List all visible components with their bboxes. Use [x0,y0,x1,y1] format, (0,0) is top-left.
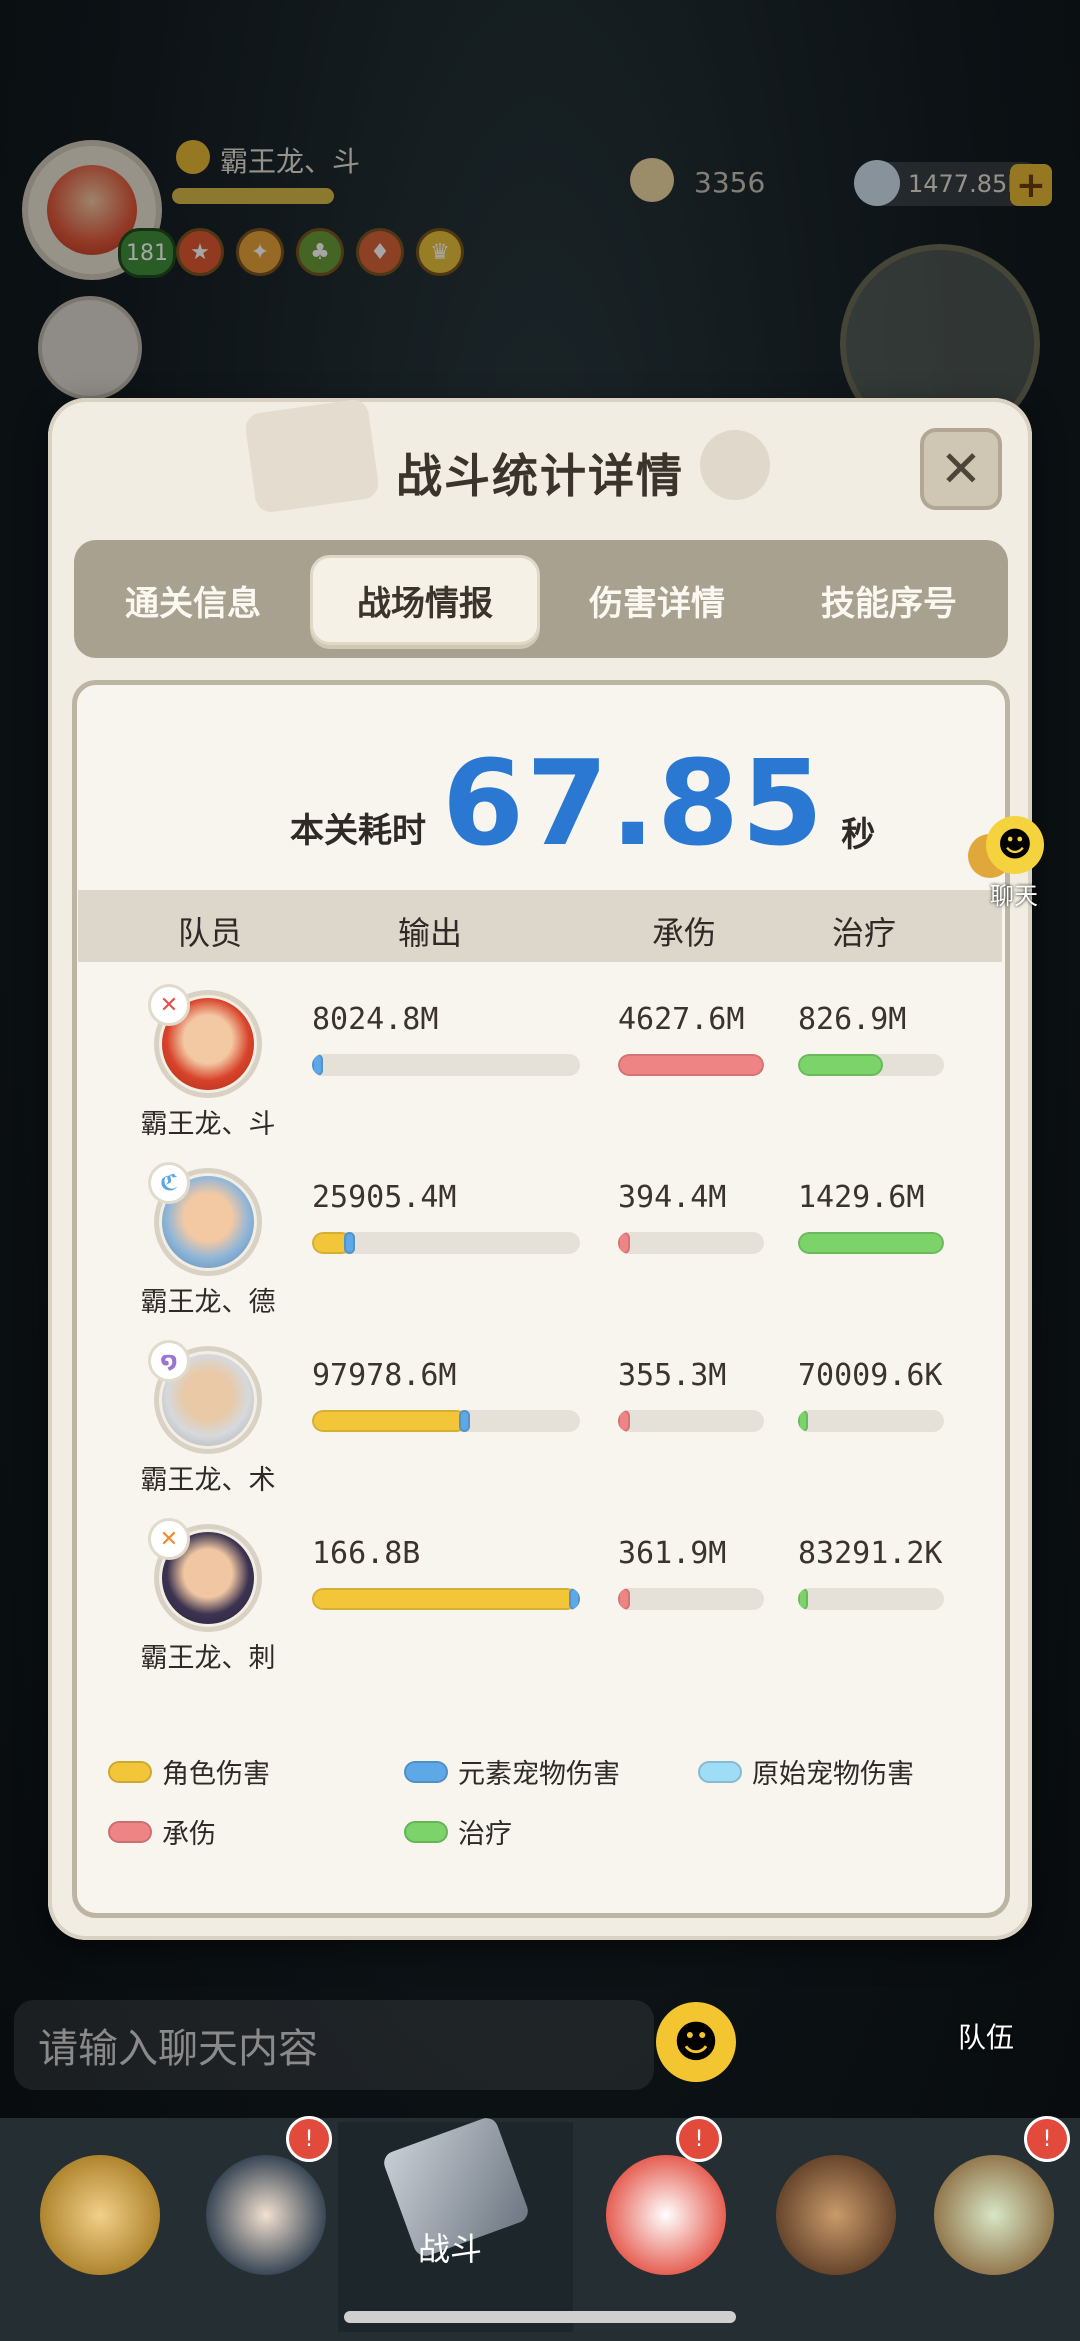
arcane-element-icon: ໑ [148,1340,190,1382]
heal-bar [798,1232,944,1254]
tab-clear-info[interactable]: 通关信息 [78,555,308,645]
taken-value: 4627.6M [618,1002,745,1037]
heal-value: 1429.6M [798,1180,925,1215]
legend-item: 角色伤害 [108,1752,270,1791]
emoji-button[interactable]: ☻ [656,2002,736,2082]
heal-fill [798,1410,808,1432]
heal-fill [798,1054,883,1076]
heal-bar [798,1054,944,1076]
output-bar [312,1410,580,1432]
taken-value: 361.9M [618,1536,727,1571]
legend-label: 治疗 [458,1819,512,1850]
output-value: 25905.4M [312,1180,457,1215]
heal-value: 826.9M [798,1002,907,1037]
output-bar [312,1588,580,1610]
legend-swatch [108,1760,152,1783]
heal-bar [798,1588,944,1610]
elem-pet-damage-fill [459,1410,470,1432]
legend-swatch [404,1760,448,1783]
output-bar [312,1232,580,1254]
smile-icon: ☻ [673,2016,719,2068]
team-label[interactable]: 队伍 [958,2016,1014,2056]
role-damage-fill [312,1588,577,1610]
wind-element-icon: ℭ [148,1162,190,1204]
legend-label: 承伤 [162,1819,216,1850]
heal-value: 83291.2K [798,1536,943,1571]
bear-icon [776,2155,896,2275]
taken-fill [618,1588,630,1610]
taken-bar [618,1410,764,1432]
heal-value: 70009.6K [798,1358,943,1393]
notification-bell-icon: ! [1024,2116,1070,2162]
output-value: 8024.8M [312,1002,439,1037]
tab-damage-details[interactable]: 伤害详情 [542,555,772,645]
pet-icon [606,2155,726,2275]
legend-swatch [698,1760,742,1783]
battle-label: 战斗 [418,2230,483,2268]
output-value: 97978.6M [312,1358,457,1393]
elem-pet-damage-fill [312,1054,323,1076]
legend-label: 原始宠物伤害 [752,1759,914,1790]
nav-item-pets[interactable] [586,2130,746,2300]
taken-fill [618,1410,630,1432]
heal-bar [798,1410,944,1432]
taken-fill [618,1232,630,1254]
taken-fill [618,1054,764,1076]
header-heal: 治疗 [832,914,897,952]
tribe-icon [934,2155,1054,2275]
legend-swatch [404,1820,448,1843]
member-name: 霸王龙、刺 [140,1643,276,1674]
clear-time-value: 67.85 [442,734,826,872]
role-damage-fill [312,1410,467,1432]
legend-label: 元素宠物伤害 [458,1759,620,1790]
clear-time-label: 本关耗时 [290,811,426,851]
legend-label: 角色伤害 [162,1759,270,1790]
taken-value: 355.3M [618,1358,727,1393]
taken-bar [618,1054,764,1076]
legend-item: 承伤 [108,1812,216,1851]
output-bar [312,1054,580,1076]
legend-item: 原始宠物伤害 [698,1752,914,1791]
taken-bar [618,1232,764,1254]
legend-item: 治疗 [404,1812,512,1851]
close-icon: ✕ [940,440,982,498]
nav-item-character[interactable] [20,2130,180,2300]
member-name: 霸王龙、德 [140,1287,276,1318]
notification-bell-icon: ! [676,2116,722,2162]
elem-pet-damage-fill [344,1232,355,1254]
home-indicator[interactable] [344,2311,736,2323]
header-taken: 承伤 [652,914,717,952]
heal-fill [798,1588,808,1610]
modal-title: 战斗统计详情 [396,449,684,503]
header-member: 队员 [178,914,243,952]
clear-time: 本关耗时 67.85 秒 [290,742,875,862]
character-icon [40,2155,160,2275]
nav-item-guild[interactable] [756,2130,916,2300]
fire-element-icon: ✕ [148,984,190,1026]
tab-skill-order[interactable]: 技能序号 [774,555,1004,645]
heal-fill [798,1232,944,1254]
chat-input[interactable]: 请输入聊天内容 [14,2000,654,2090]
legend-swatch [108,1820,152,1843]
member-name: 霸王龙、斗 [140,1109,276,1140]
taken-bar [618,1588,764,1610]
legend-item: 元素宠物伤害 [404,1752,620,1791]
smile-icon: ☻ [986,816,1044,874]
elem-pet-damage-fill [569,1588,580,1610]
output-value: 166.8B [312,1536,421,1571]
fire-element-icon: ✕ [148,1518,190,1560]
tab-battle-intel[interactable]: 战场情报 [310,555,540,645]
clear-time-unit: 秒 [841,815,876,855]
header-output: 输出 [398,914,463,952]
hero-icon [206,2155,326,2275]
member-name: 霸王龙、术 [140,1465,276,1496]
close-button[interactable]: ✕ [920,428,1002,510]
taken-value: 394.4M [618,1180,727,1215]
notification-bell-icon: ! [286,2116,332,2162]
chat-label: 聊天 [990,882,1038,910]
